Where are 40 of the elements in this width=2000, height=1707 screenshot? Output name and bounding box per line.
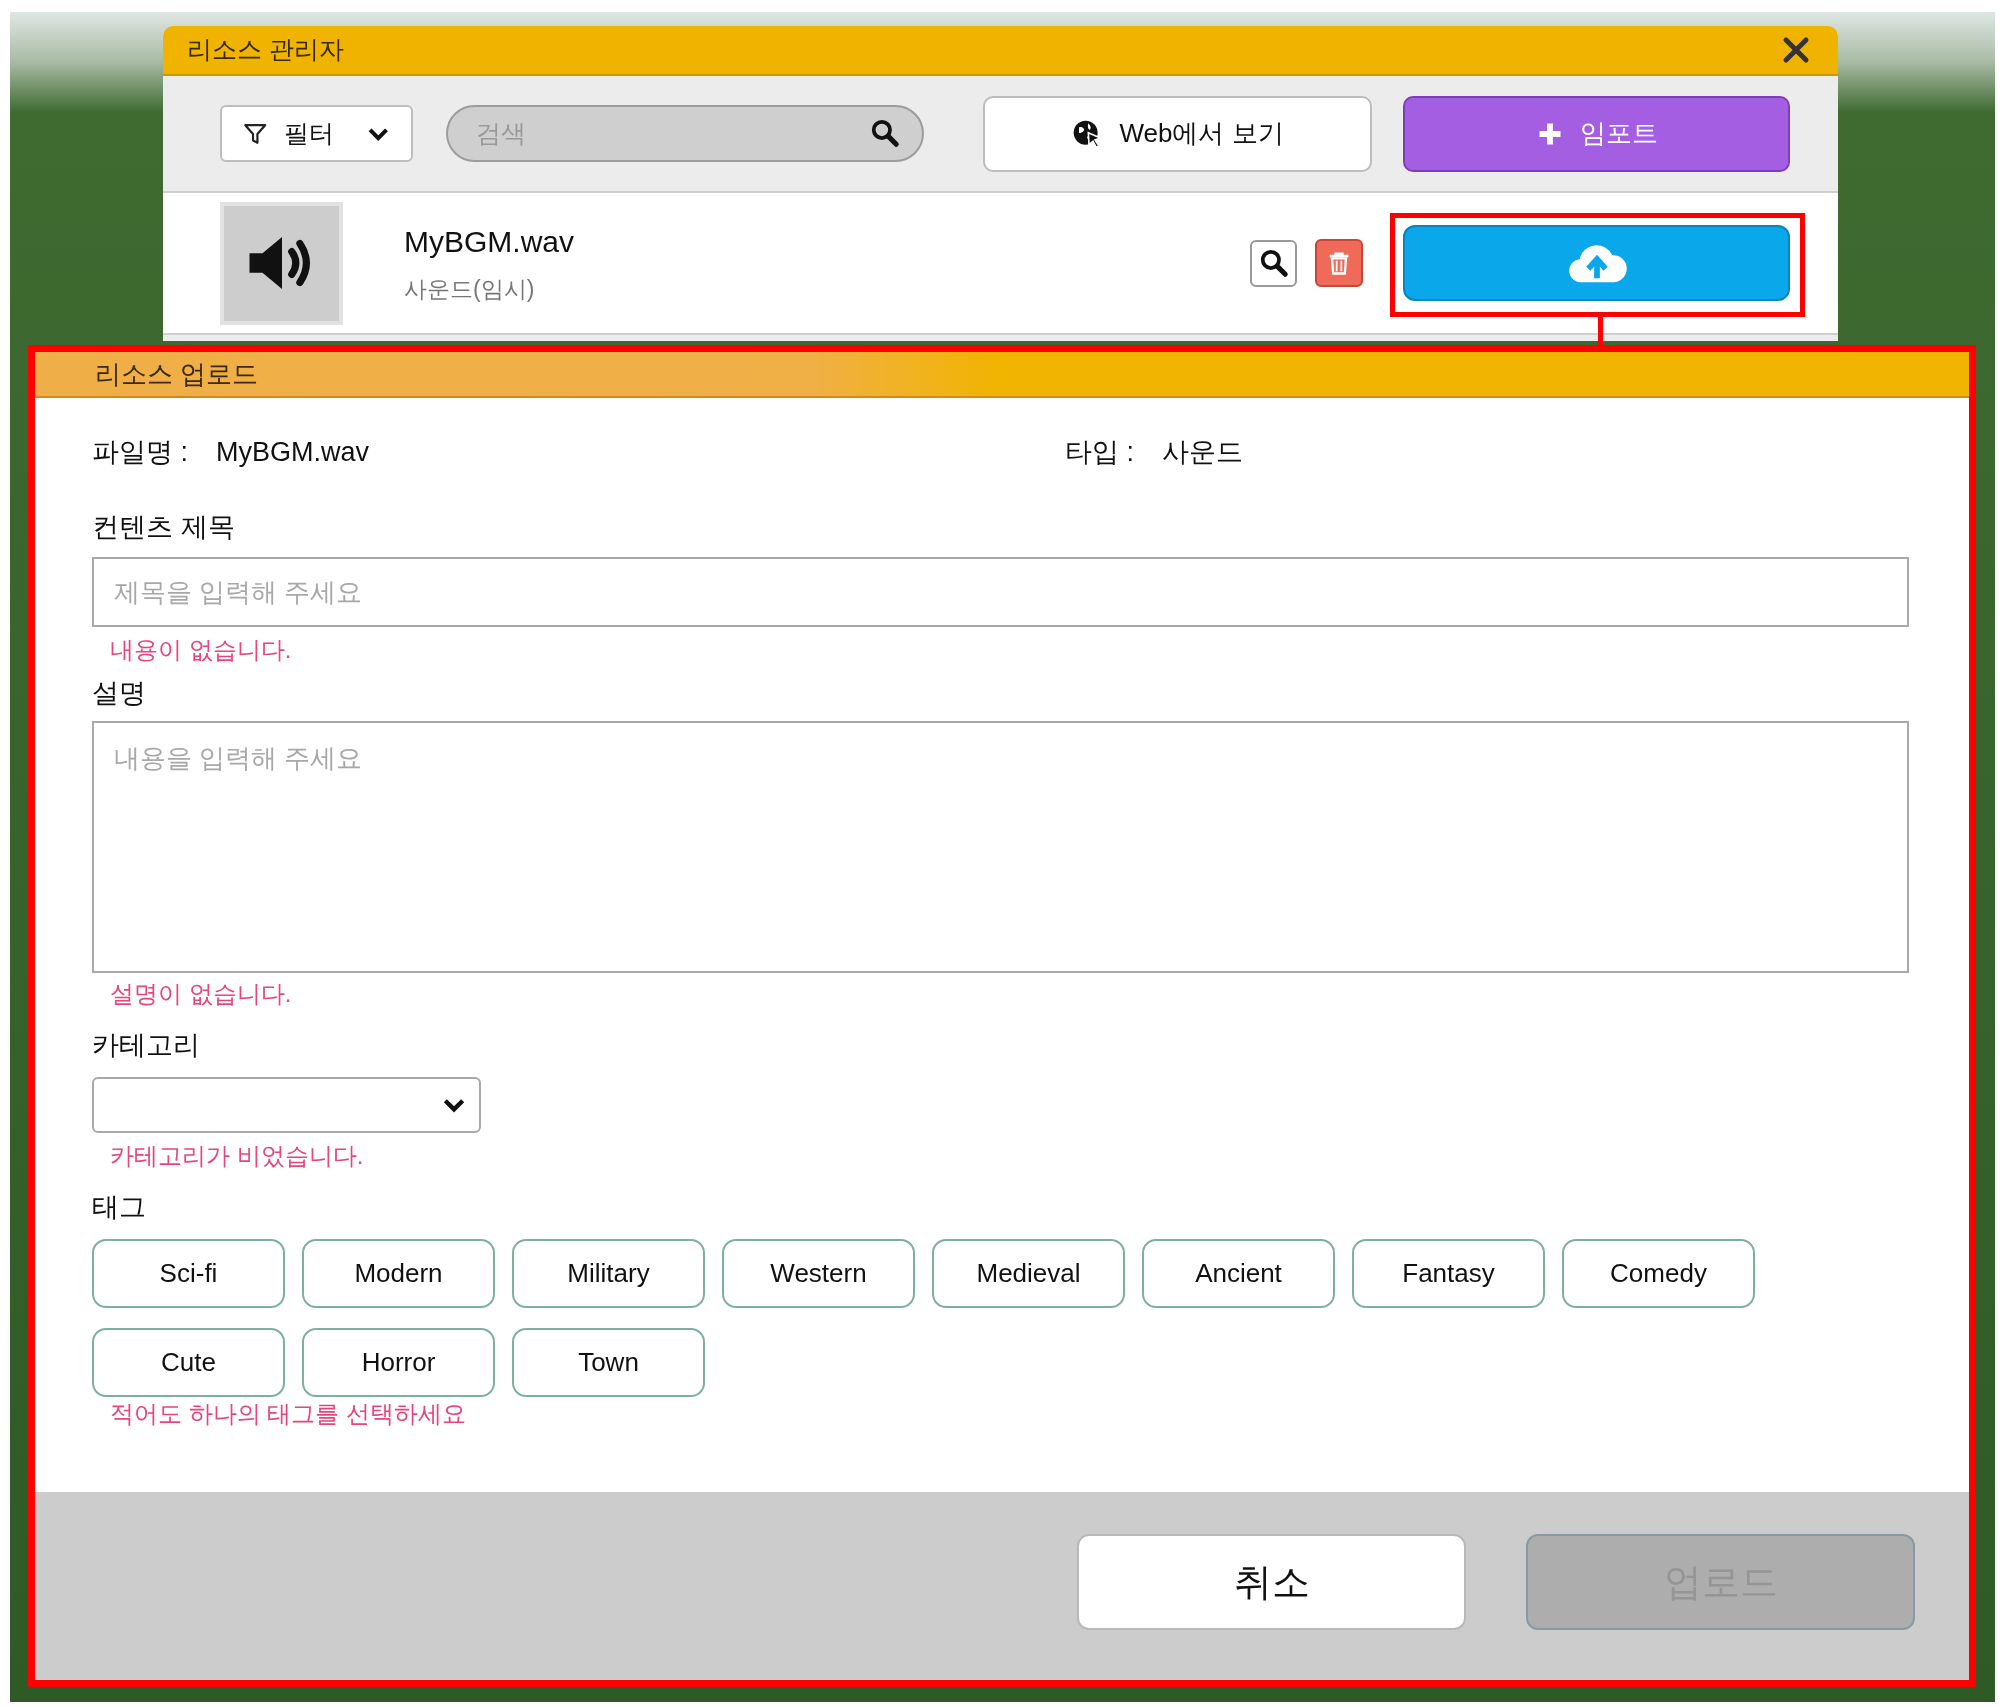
tag-button[interactable]: Fantasy (1352, 1239, 1545, 1308)
tag-button[interactable]: Military (512, 1239, 705, 1308)
import-button[interactable]: 임포트 (1403, 95, 1790, 172)
tag-button[interactable]: Medieval (932, 1239, 1125, 1308)
close-icon (1781, 35, 1811, 65)
window-title: 리소스 관리자 (187, 34, 344, 66)
description-textarea[interactable]: 내용을 입력해 주세요 (92, 721, 1909, 973)
search-icon (1258, 248, 1289, 278)
tag-button[interactable]: Sci-fi (92, 1239, 285, 1308)
cancel-button[interactable]: 취소 (1077, 1534, 1466, 1630)
tag-button[interactable]: Horror (302, 1328, 495, 1397)
field-label: 태그 (92, 1191, 147, 1224)
tag-button[interactable]: Ancient (1142, 1239, 1335, 1308)
dialog-title: 리소스 업로드 (95, 357, 259, 391)
search-icon (870, 118, 900, 148)
preview-button[interactable] (1250, 239, 1297, 287)
title-input[interactable]: 제목을 입력해 주세요 (92, 557, 1909, 627)
type-value: 사운드 (1162, 435, 1243, 469)
file-name-label: 파일명 : (92, 435, 188, 469)
field-label: 설명 (92, 677, 147, 710)
upload-button[interactable] (1403, 225, 1790, 301)
web-view-button[interactable]: Web에서 보기 (983, 95, 1372, 172)
delete-button[interactable] (1315, 239, 1363, 287)
resource-type: 사운드(임시) (404, 275, 536, 305)
error-message: 설명이 없습니다. (109, 979, 293, 1009)
file-name-value: MyBGM.wav (216, 435, 370, 469)
type-label: 타입 : (1065, 435, 1134, 469)
resource-row[interactable]: MyBGM.wav 사운드(임시) (163, 193, 1838, 335)
tag-button[interactable]: Modern (302, 1239, 495, 1308)
error-message: 내용이 없습니다. (109, 635, 293, 665)
filter-dropdown[interactable]: 필터 (220, 105, 413, 162)
error-message: 적어도 하나의 태그를 선택하세요 (109, 1399, 467, 1429)
field-label: 카테고리 (92, 1029, 201, 1062)
tag-button[interactable]: Comedy (1562, 1239, 1755, 1308)
tag-button[interactable]: Town (512, 1328, 705, 1397)
resource-name: MyBGM.wav (404, 224, 574, 261)
field-label: 컨텐츠 제목 (92, 511, 236, 544)
tag-button[interactable]: Western (722, 1239, 915, 1308)
error-message: 카테고리가 비었습니다. (109, 1141, 365, 1171)
tag-button[interactable]: Cute (92, 1328, 285, 1397)
